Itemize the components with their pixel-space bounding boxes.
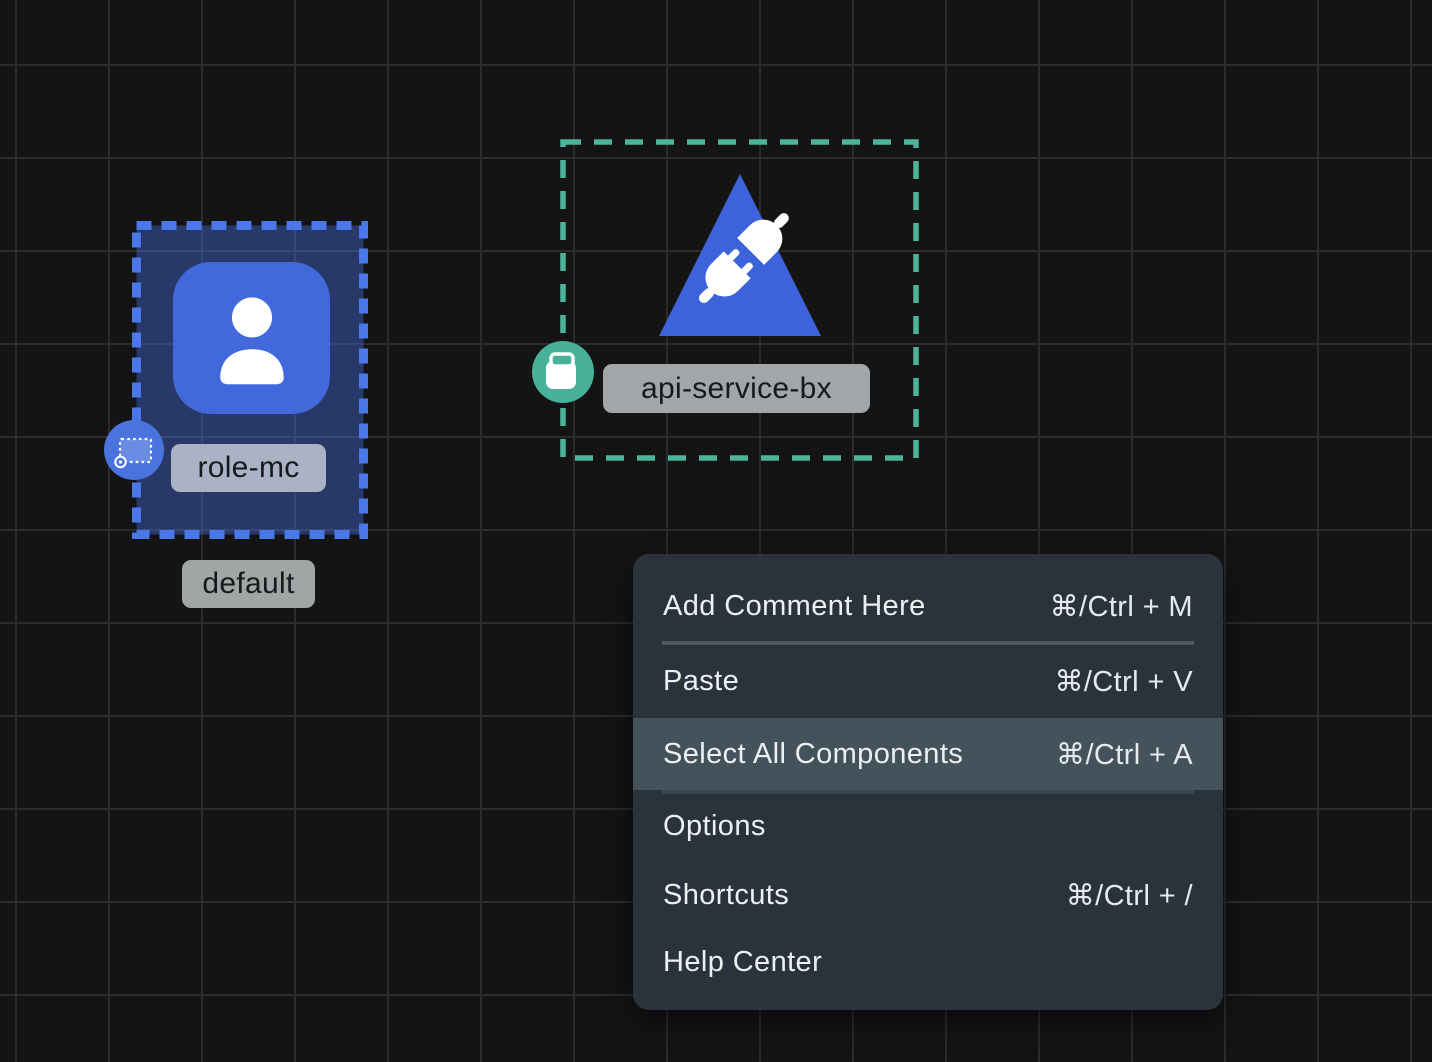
marquee-selection-icon — [104, 420, 164, 480]
menu-item-shortcut: ⌘/Ctrl + V — [1054, 664, 1193, 699]
marquee-selection-badge[interactable] — [104, 420, 164, 480]
context-menu: Add Comment Here ⌘/Ctrl + M Paste ⌘/Ctrl… — [633, 554, 1223, 1010]
node-role-mc[interactable]: role-mc — [131, 220, 369, 540]
menu-item-select-all[interactable]: Select All Components ⌘/Ctrl + A — [633, 726, 1223, 782]
menu-item-help-center[interactable]: Help Center — [633, 934, 1223, 990]
menu-item-label: Paste — [663, 665, 739, 698]
menu-item-label: Help Center — [663, 946, 822, 979]
menu-divider — [662, 790, 1194, 794]
menu-item-select-all-highlight[interactable]: Select All Components ⌘/Ctrl + A — [633, 718, 1223, 790]
node-label-api-service-bx: api-service-bx — [603, 364, 870, 413]
plug-connector-icon — [655, 170, 825, 340]
menu-item-label: Options — [663, 810, 766, 843]
node-label-role-mc: role-mc — [171, 444, 326, 492]
menu-item-shortcut: ⌘/Ctrl + M — [1050, 589, 1193, 624]
save-badge[interactable] — [532, 341, 594, 403]
menu-divider — [662, 641, 1194, 645]
menu-item-label: Shortcuts — [663, 879, 789, 912]
menu-item-label: Add Comment Here — [663, 590, 926, 623]
user-icon-tile — [173, 262, 330, 414]
menu-item-shortcut: ⌘/Ctrl + A — [1056, 737, 1193, 772]
menu-item-label: Select All Components — [663, 738, 963, 771]
node-api-service-bx[interactable]: api-service-bx — [560, 139, 919, 461]
menu-item-paste[interactable]: Paste ⌘/Ctrl + V — [633, 653, 1223, 709]
menu-item-shortcut: ⌘/Ctrl + / — [1066, 878, 1193, 913]
menu-item-options[interactable]: Options — [633, 798, 1223, 854]
user-icon — [196, 282, 308, 394]
menu-item-add-comment[interactable]: Add Comment Here ⌘/Ctrl + M — [633, 578, 1223, 634]
menu-item-shortcuts[interactable]: Shortcuts ⌘/Ctrl + / — [633, 867, 1223, 923]
group-label-default: default — [182, 560, 315, 608]
editor-stage: role-mc default api-service-bx — [0, 0, 1432, 1062]
save-icon — [532, 341, 594, 403]
